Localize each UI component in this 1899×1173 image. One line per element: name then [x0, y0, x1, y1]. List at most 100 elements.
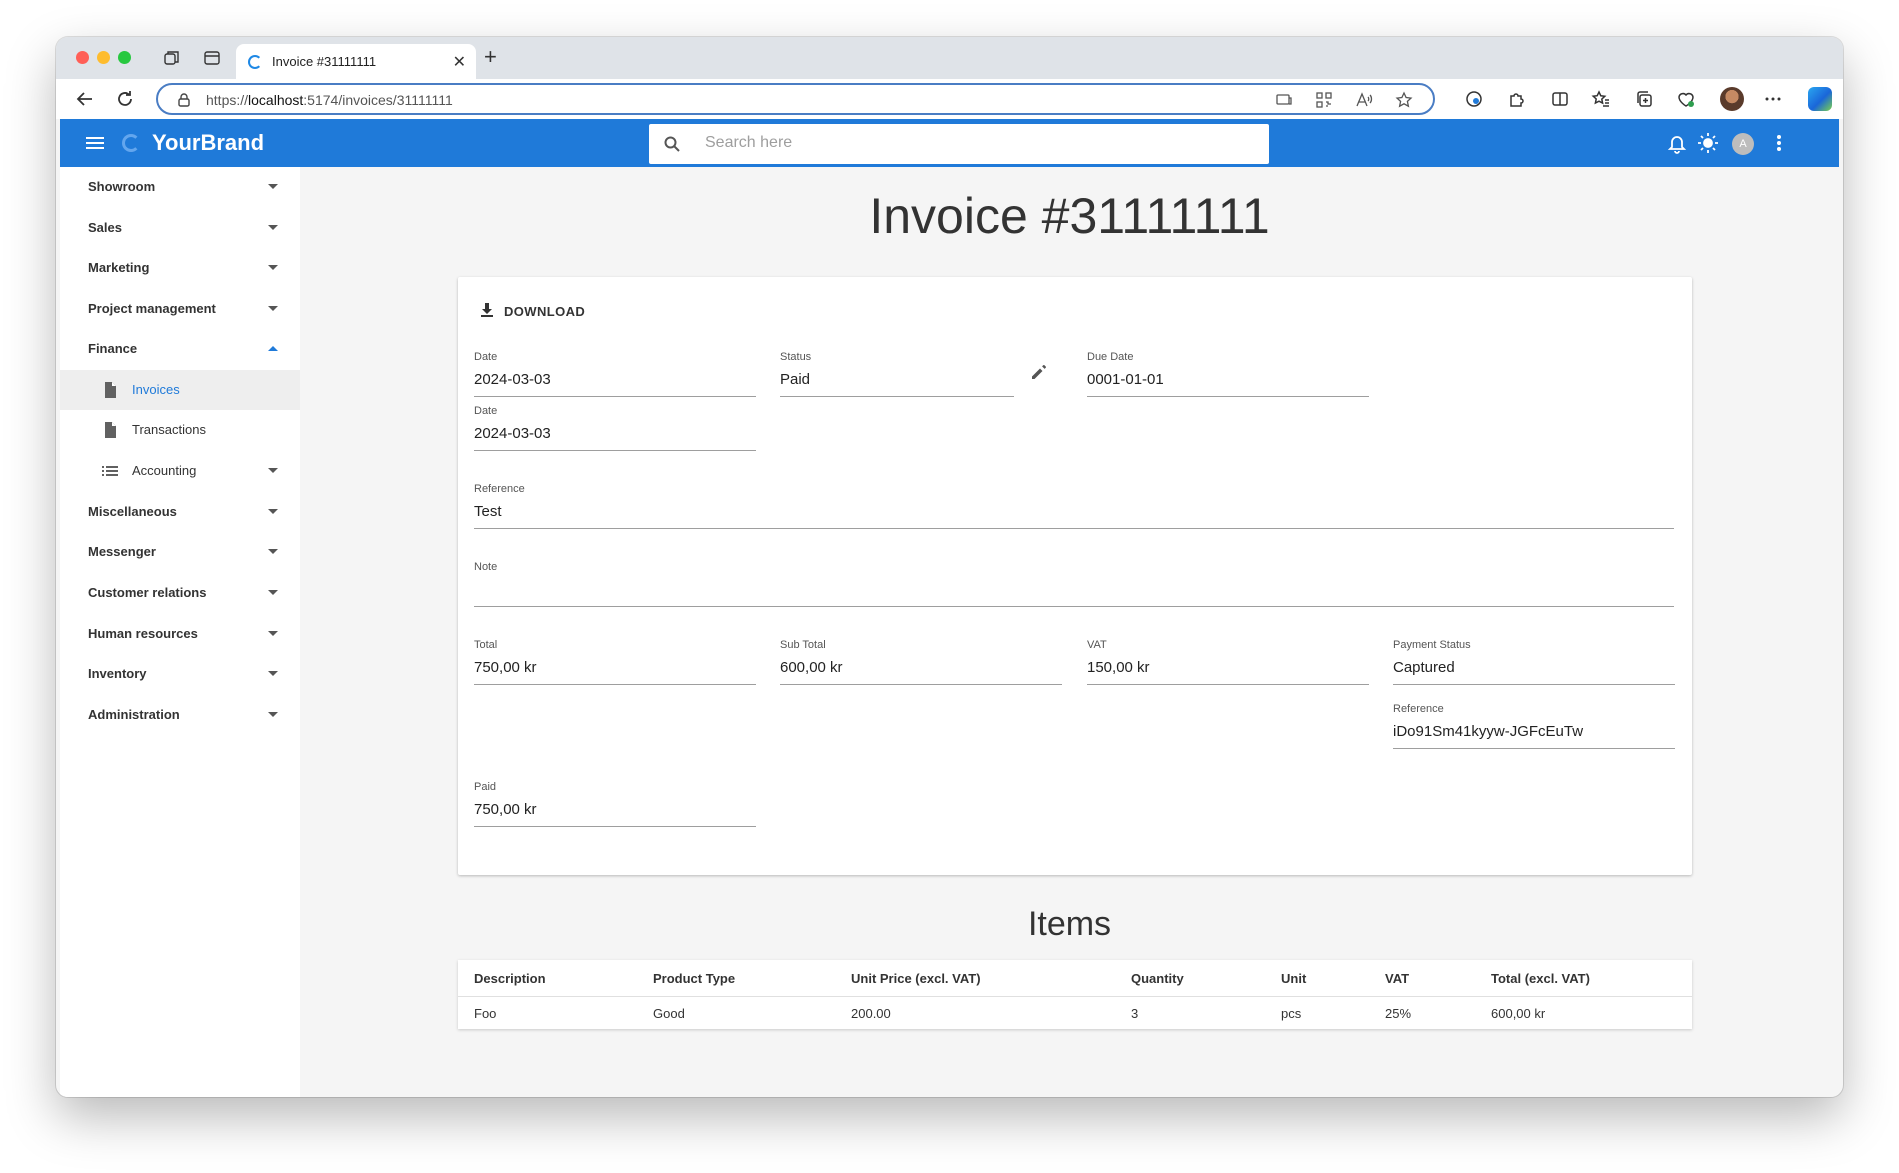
new-tab-icon[interactable]: + [484, 46, 497, 68]
loading-spinner-icon [248, 55, 262, 69]
reference-field[interactable]: Reference Test [474, 483, 1674, 529]
collections-icon[interactable] [1634, 89, 1654, 109]
sub-total-field[interactable]: Sub Total 600,00 kr [780, 639, 1062, 685]
workspaces-icon[interactable] [162, 48, 182, 68]
back-icon[interactable] [74, 88, 96, 110]
invoice-details-card: DOWNLOAD Date 2024-03-03 Status Paid Due… [458, 277, 1692, 875]
field-label: Paid [474, 781, 497, 793]
url-text[interactable]: https://localhost:5174/invoices/31111111 [206, 92, 453, 108]
table-cell-vat: 25% [1385, 1006, 1412, 1021]
payment-status-field[interactable]: Payment Status Captured [1393, 639, 1675, 685]
edit-pencil-icon[interactable] [1028, 361, 1050, 383]
column-header-unit-price[interactable]: Unit Price (excl. VAT) [851, 971, 981, 986]
read-aloud-icon[interactable] [1355, 91, 1373, 109]
browser-window: Invoice #31111111 ✕ + https://localhost:… [56, 37, 1843, 1097]
sidebar-item-human-resources[interactable]: Human resources [60, 614, 300, 654]
total-field[interactable]: Total 750,00 kr [474, 639, 756, 685]
field-label: Due Date [1087, 351, 1134, 363]
url-bar[interactable]: https://localhost:5174/invoices/31111111 [156, 83, 1435, 115]
list-icon [100, 461, 120, 481]
user-avatar[interactable]: A [1732, 133, 1754, 155]
hamburger-menu-icon[interactable] [84, 133, 106, 153]
favorite-star-icon[interactable] [1395, 91, 1413, 109]
items-table: Description Product Type Unit Price (exc… [458, 960, 1692, 1029]
chevron-down-icon [268, 225, 278, 230]
table-cell-total: 600,00 kr [1491, 1006, 1546, 1021]
more-vertical-icon[interactable] [1768, 132, 1790, 154]
qr-code-icon[interactable] [1315, 91, 1333, 109]
paid-field[interactable]: Paid 750,00 kr [474, 781, 756, 827]
sidebar-item-label: Miscellaneous [88, 504, 177, 519]
favorites-icon[interactable] [1591, 89, 1611, 109]
minimize-window-button[interactable] [97, 51, 110, 64]
browser-essentials-icon[interactable] [1676, 89, 1696, 109]
profile-avatar[interactable] [1720, 87, 1744, 111]
sidebar-item-project-management[interactable]: Project management [60, 289, 300, 329]
close-window-button[interactable] [76, 51, 89, 64]
date-field-secondary[interactable]: Date 2024-03-03 [474, 405, 756, 451]
chevron-down-icon [268, 184, 278, 189]
table-cell-quantity: 3 [1131, 1006, 1139, 1021]
field-label: Reference [474, 483, 525, 495]
tab-invoice[interactable]: Invoice #31111111 ✕ [236, 44, 476, 79]
column-header-vat[interactable]: VAT [1385, 971, 1409, 986]
sidebar-item-invoices[interactable]: Invoices [60, 370, 300, 410]
column-header-description[interactable]: Description [474, 971, 546, 986]
sidebar-item-label: Messenger [88, 544, 156, 559]
brand-name[interactable]: YourBrand [152, 130, 264, 156]
column-header-product-type[interactable]: Product Type [653, 971, 735, 986]
sidebar-item-label: Showroom [88, 179, 156, 194]
page-title: Invoice #31111111 [869, 188, 1270, 244]
app-available-icon[interactable] [1275, 91, 1293, 109]
tab-strip: Invoice #31111111 ✕ + [56, 37, 1843, 79]
table-cell-description: Foo [474, 1006, 497, 1021]
sidebar-item-finance[interactable]: Finance [60, 329, 300, 369]
sidebar-item-label: Invoices [132, 382, 180, 397]
search-input[interactable] [705, 134, 1245, 152]
due-date-field[interactable]: Due Date 0001-01-01 [1087, 351, 1369, 397]
sidebar-item-administration[interactable]: Administration [60, 695, 300, 735]
search-box [649, 124, 1269, 164]
sidebar-item-transactions[interactable]: Transactions [60, 410, 300, 450]
column-header-quantity[interactable]: Quantity [1131, 971, 1184, 986]
sidebar-item-miscellaneous[interactable]: Miscellaneous [60, 492, 300, 532]
tracking-prevention-icon[interactable] [1464, 89, 1484, 109]
address-bar-row: https://localhost:5174/invoices/31111111 [56, 79, 1843, 119]
document-icon [100, 380, 120, 400]
note-field[interactable]: Note [474, 561, 1674, 607]
sidebar-item-accounting[interactable]: Accounting [60, 451, 300, 491]
payment-reference-field[interactable]: Reference iDo91Sm41kyyw-JGFcEuTw [1393, 703, 1675, 749]
sidebar-item-label: Marketing [88, 260, 150, 275]
field-label: VAT [1087, 639, 1107, 651]
extensions-icon[interactable] [1507, 89, 1527, 109]
split-screen-icon[interactable] [1550, 89, 1570, 109]
sidebar-item-sales[interactable]: Sales [60, 208, 300, 248]
sidebar-item-inventory[interactable]: Inventory [60, 654, 300, 694]
more-options-icon[interactable] [1763, 89, 1783, 109]
sidebar-item-marketing[interactable]: Marketing [60, 248, 300, 288]
sidebar-item-label: Project management [88, 301, 216, 316]
chevron-down-icon [268, 549, 278, 554]
status-field[interactable]: Status Paid [780, 351, 1014, 397]
field-value: 0001-01-01 [1087, 371, 1164, 388]
reload-icon[interactable] [114, 88, 136, 110]
table-cell-unit-price: 200.00 [851, 1006, 891, 1021]
field-label: Total [474, 639, 498, 651]
column-header-total[interactable]: Total (excl. VAT) [1491, 971, 1590, 986]
field-value: 750,00 kr [474, 659, 537, 676]
vat-field[interactable]: VAT 150,00 kr [1087, 639, 1369, 685]
field-label: Reference [1393, 703, 1444, 715]
lock-icon[interactable] [176, 92, 192, 108]
vertical-tabs-icon[interactable] [202, 48, 222, 68]
maximize-window-button[interactable] [118, 51, 131, 64]
chevron-down-icon [268, 509, 278, 514]
date-field[interactable]: Date 2024-03-03 [474, 351, 756, 397]
theme-toggle-sun-icon[interactable] [1697, 132, 1719, 154]
close-tab-icon[interactable]: ✕ [453, 52, 466, 72]
notifications-bell-icon[interactable] [1666, 132, 1688, 154]
sidebar-item-customer-relations[interactable]: Customer relations [60, 573, 300, 613]
sidebar-item-messenger[interactable]: Messenger [60, 532, 300, 572]
copilot-icon[interactable] [1808, 87, 1832, 111]
sidebar-item-showroom[interactable]: Showroom [60, 167, 300, 207]
column-header-unit[interactable]: Unit [1281, 971, 1306, 986]
